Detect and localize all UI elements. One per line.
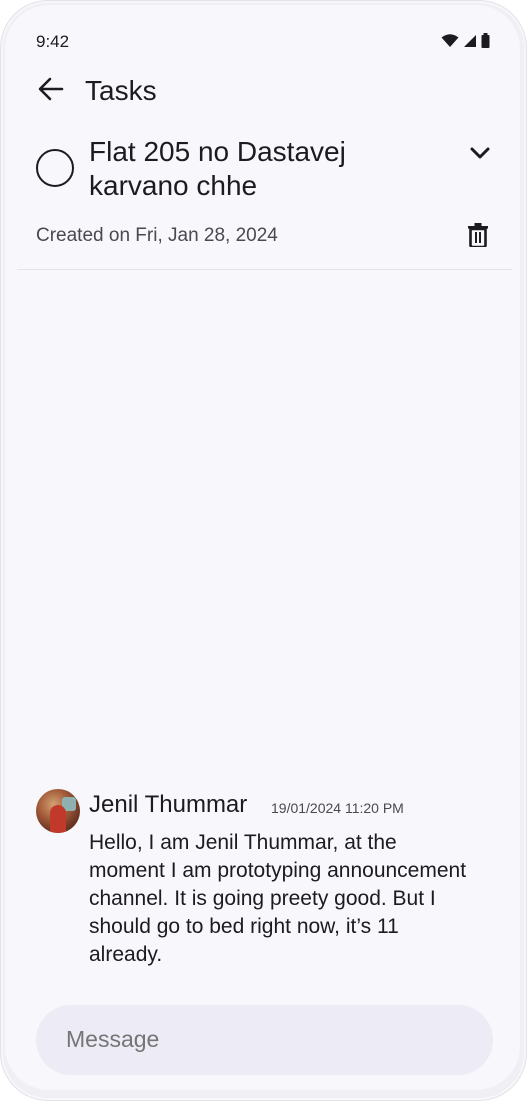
phone-frame: 9:42 Tasks Flat 205 no Dastavej karvano … — [0, 0, 527, 1101]
signal-icon — [463, 34, 477, 53]
app-screen: 9:42 Tasks Flat 205 no Dastavej karvano … — [5, 5, 520, 1090]
chevron-down-icon — [469, 146, 491, 165]
app-bar: Tasks — [5, 65, 520, 121]
task-complete-checkbox[interactable] — [36, 149, 74, 187]
expand-button[interactable] — [464, 139, 496, 171]
message-text: Hello, I am Jenil Thummar, at the moment… — [89, 831, 467, 966]
divider — [17, 269, 512, 270]
task-meta-row: Created on Fri, Jan 28, 2024 — [5, 217, 520, 257]
message-input[interactable] — [64, 1025, 464, 1054]
status-icons — [441, 33, 490, 53]
created-date: Created on Fri, Jan 28, 2024 — [36, 225, 278, 246]
arrow-left-icon — [37, 75, 65, 108]
message-composer[interactable] — [36, 1005, 493, 1075]
status-time: 9:42 — [36, 32, 70, 51]
page-title: Tasks — [85, 75, 157, 106]
battery-icon — [481, 33, 490, 53]
message-sender: Jenil Thummar — [89, 791, 248, 818]
wifi-icon — [441, 33, 459, 53]
back-button[interactable] — [33, 73, 69, 109]
avatar[interactable] — [36, 789, 80, 833]
delete-button[interactable] — [462, 221, 494, 253]
trash-icon — [468, 222, 488, 252]
task-title: Flat 205 no Dastavej karvano chhe — [89, 136, 346, 201]
message-timestamp: 19/01/2024 11:20 PM — [271, 800, 404, 816]
